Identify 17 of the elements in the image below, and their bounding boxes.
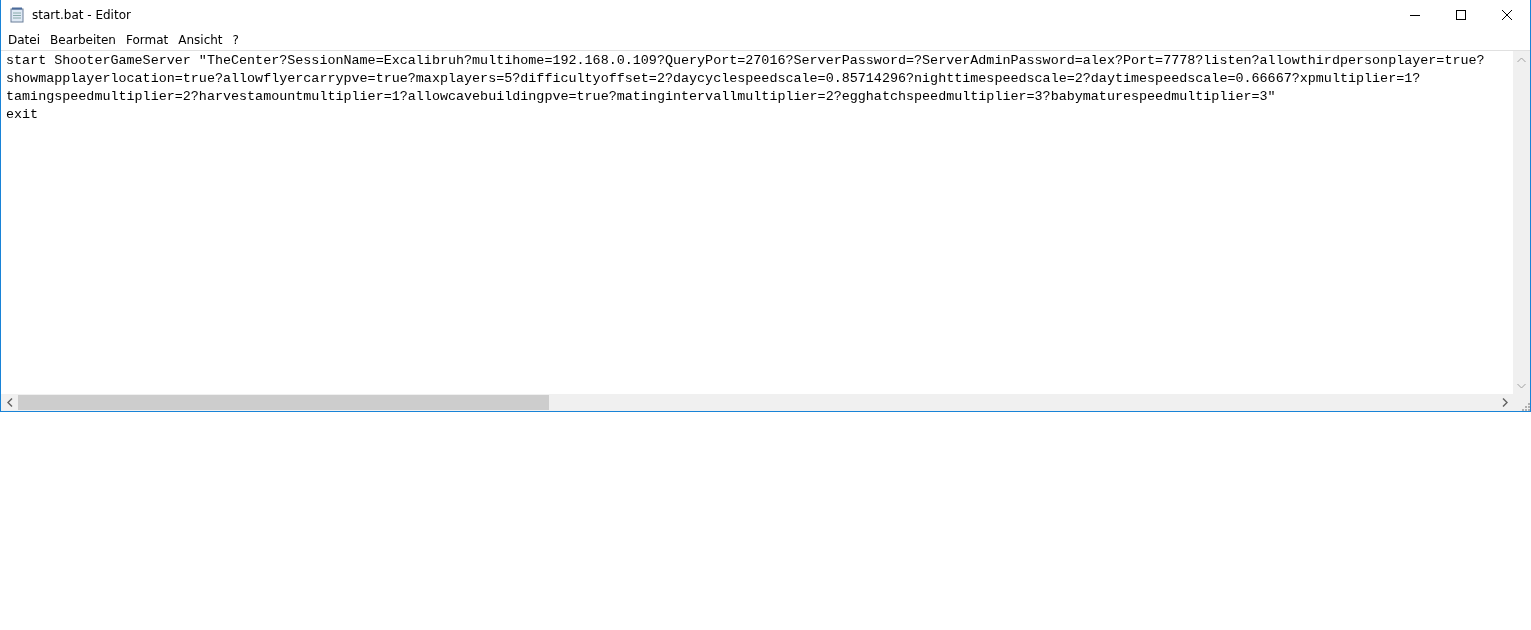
scroll-right-icon[interactable] <box>1501 398 1508 407</box>
menu-item[interactable]: Bearbeiten <box>45 33 121 47</box>
code-line: tamingspeedmultiplier=2?harvestamountmultiplier=1?allowcavebuildingpve=true?matingintervallmultiplier=2?egghatchspeedmultiplier=3?babymaturespeedmultiplier=3" <box>6 88 1276 106</box>
code-line: start ShooterGameServer "TheCenter?SessionName=Excalibruh?multihome=192.168.0.109?QueryPort=27016?ServerPassword=?ServerAdminPassword=alex?Port=7778?listen?allowthirdpersonplayer=true? <box>6 52 1485 70</box>
scrollbar-thumb[interactable] <box>18 395 549 410</box>
close-icon[interactable] <box>1502 10 1512 20</box>
menu-item[interactable]: Ansicht <box>173 33 228 47</box>
resize-grip-icon[interactable] <box>1520 401 1530 411</box>
code-line: exit <box>6 106 39 124</box>
code-line: showmapplayerlocation=true?allowflyercarrypve=true?maxplayers=5?difficultyoffset=2?daycyclespeedscale=0.85714296?nighttimespeedscale=2?daytimespeedscale=0.66667?xpmultiplier=1? <box>6 70 1421 88</box>
menu-item[interactable]: Datei <box>3 33 45 47</box>
notepad-icon <box>10 7 24 23</box>
window-title: start.bat - Editor <box>32 8 131 22</box>
maximize-icon[interactable] <box>1456 10 1466 20</box>
menu-item[interactable]: ? <box>227 33 244 47</box>
scroll-left-icon[interactable] <box>6 398 13 407</box>
menu-item[interactable]: Format <box>120 33 174 47</box>
